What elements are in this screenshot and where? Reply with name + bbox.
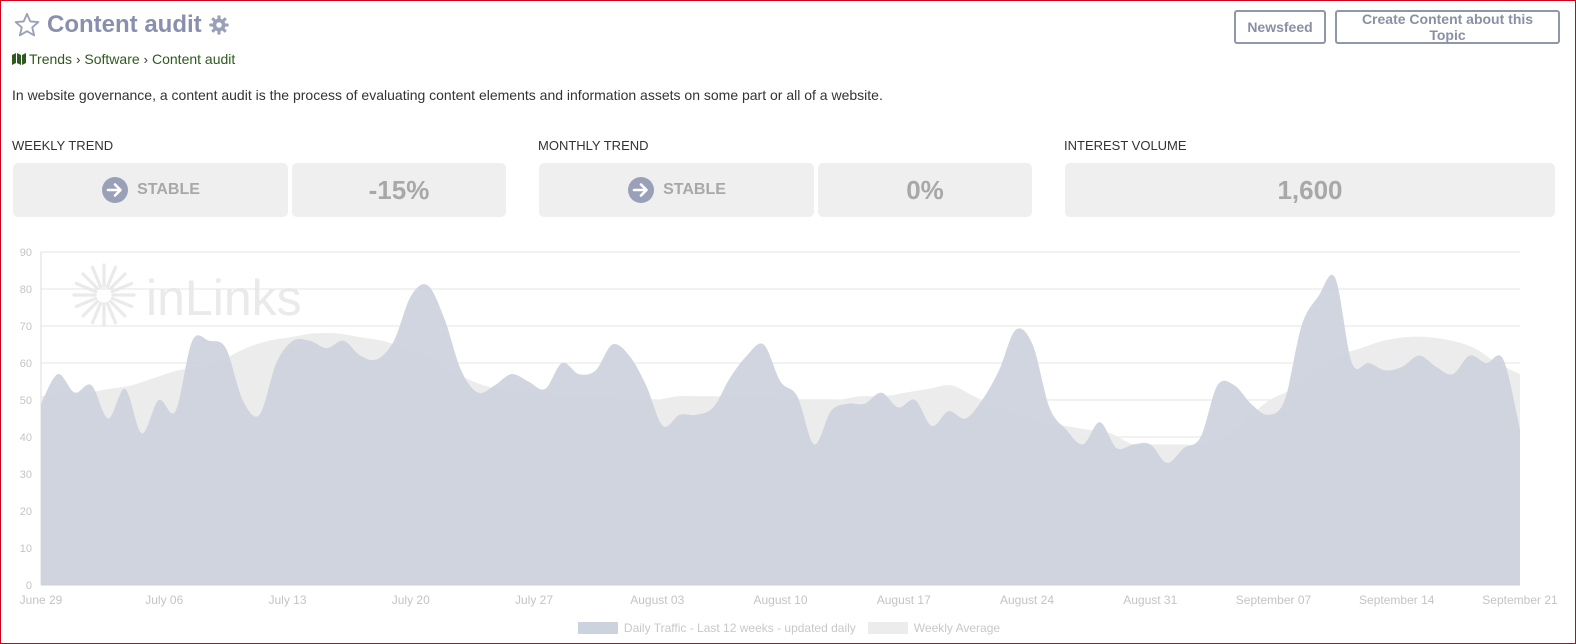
y-tick-label: 90 [20,247,32,259]
x-tick-label: August 17 [877,593,931,607]
chart-legend: Daily Traffic - Last 12 weeks - updated … [1,621,1576,635]
arrow-right-circle-icon [628,177,655,203]
y-tick-label: 70 [20,321,32,333]
weekly-change-value: -15% [368,174,430,205]
interest-volume-label: INTEREST VOLUME [1064,138,1187,153]
watermark: inLinks [72,263,302,327]
monthly-trend-status: STABLE [539,163,814,217]
x-tick-label: July 13 [268,593,306,607]
x-tick-label: June 29 [20,593,63,607]
x-tick-label: August 24 [1000,593,1054,607]
x-tick-label: August 10 [753,593,807,607]
gear-icon[interactable] [208,14,230,36]
weekly-trend-status: STABLE [13,163,288,217]
arrow-right-circle-icon [102,177,129,203]
monthly-status-text: STABLE [663,181,726,198]
y-tick-label: 20 [20,506,32,518]
title-row: Content audit [13,9,230,41]
x-tick-label: July 27 [515,593,553,607]
topic-description: In website governance, a content audit i… [12,87,883,103]
traffic-chart: inLinks 0 10 20 30 40 50 60 70 80 90 June 29 July … [20,247,1558,607]
legend-item-weekly[interactable]: Weekly Average [867,621,1001,635]
legend-swatch-daily [577,622,618,634]
breadcrumb-current: Content audit [152,51,236,67]
monthly-change-value: 0% [906,174,944,205]
weekly-status-text: STABLE [137,181,200,198]
y-tick-label: 40 [20,432,32,444]
legend-item-daily[interactable]: Daily Traffic - Last 12 weeks - updated … [577,621,856,635]
star-outline-icon[interactable] [13,11,41,39]
monthly-trend-change: 0% [818,163,1032,217]
breadcrumb: Trends › Software › Content audit [12,51,235,67]
weekly-trend-label: WEEKLY TREND [12,138,114,153]
y-axis-ticks: 0 10 20 30 40 50 60 70 80 90 [20,247,32,592]
breadcrumb-link-trends[interactable]: Trends [29,51,72,67]
legend-swatch-weekly [867,622,908,634]
chevron-right-icon: › [143,51,148,67]
create-content-button[interactable]: Create Content about this Topic [1335,10,1560,44]
map-icon [12,53,26,65]
x-axis-ticks: June 29 July 06 July 13 July 20 July 27 Augus… [20,593,1558,607]
x-tick-label: September 14 [1359,593,1435,607]
weekly-trend-change: -15% [292,163,506,217]
x-tick-label: September 21 [1482,593,1558,607]
y-tick-label: 10 [20,543,32,555]
legend-label-daily: Daily Traffic - Last 12 weeks - updated … [623,621,856,635]
x-tick-label: August 31 [1123,593,1177,607]
breadcrumb-link-software[interactable]: Software [84,51,139,67]
x-tick-label: July 20 [392,593,430,607]
y-tick-label: 50 [20,395,32,407]
x-tick-label: July 06 [145,593,183,607]
newsfeed-button[interactable]: Newsfeed [1234,10,1326,44]
interest-volume-value: 1,600 [1277,174,1343,205]
chevron-right-icon: › [76,51,81,67]
y-tick-label: 80 [20,284,32,296]
interest-volume-tile: 1,600 [1065,163,1555,217]
svg-text:inLinks: inLinks [146,270,302,326]
monthly-trend-label: MONTHLY TREND [538,138,649,153]
x-tick-label: August 03 [630,593,684,607]
y-tick-label: 30 [20,469,32,481]
page-title: Content audit [47,11,202,38]
y-tick-label: 0 [26,580,32,592]
y-tick-label: 60 [20,358,32,370]
x-tick-label: September 07 [1236,593,1312,607]
legend-label-weekly: Weekly Average [913,621,1001,635]
